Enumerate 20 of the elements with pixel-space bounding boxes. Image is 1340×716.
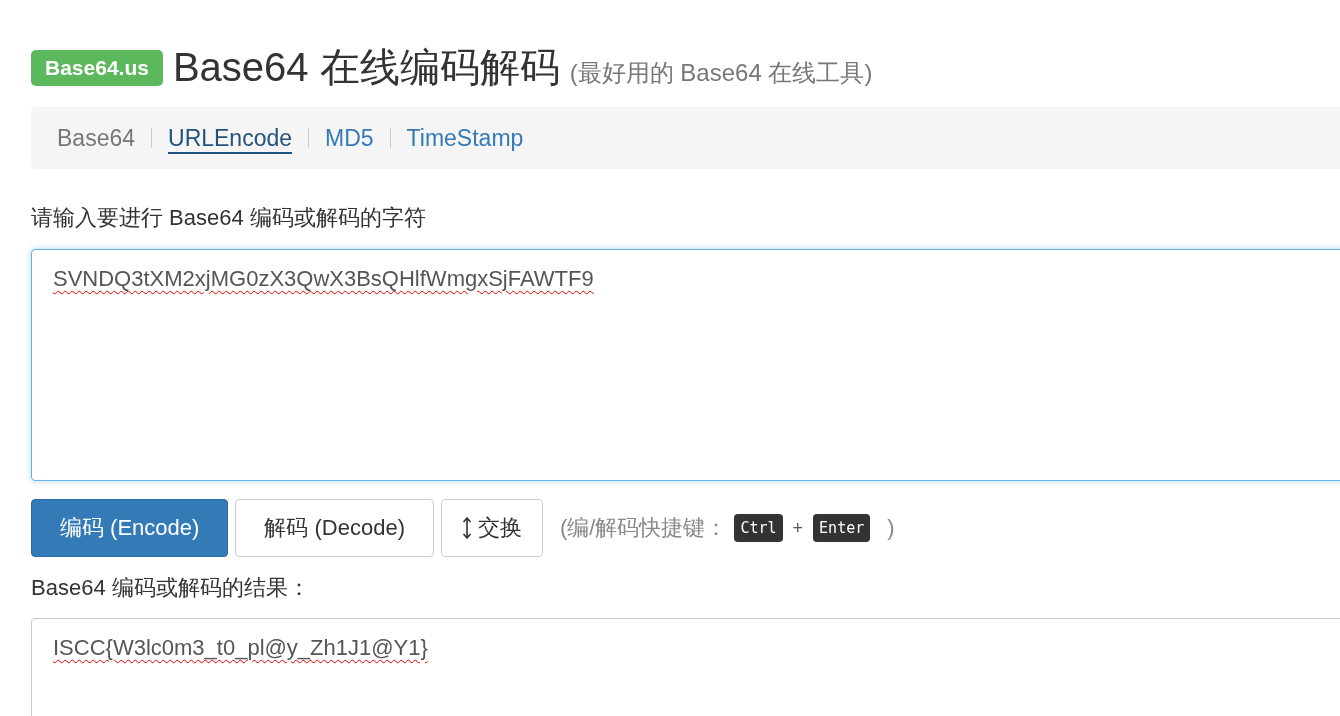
page-title: Base64 在线编码解码 [172,44,560,91]
shortcut-hint: (编/解码快捷键： [560,514,728,542]
up-down-arrow-icon [462,517,472,539]
swap-button[interactable]: 交换 [441,499,543,557]
nav-link[interactable]: MD5 [325,124,374,152]
nav-link[interactable]: Base64 [57,124,135,152]
output-textarea[interactable]: ISCC{W3lc0m3_t0_pl@y_Zh1J1@Y1} [31,618,1340,716]
page-subtitle: (最好用的 Base64 在线工具) [569,58,873,88]
input-label: 请输入要进行 Base64 编码或解码的字符 [31,204,427,232]
closing-paren: ) [887,515,895,541]
decode-button[interactable]: 解码 (Decode) [235,499,434,557]
output-label: Base64 编码或解码的结果： [31,574,311,602]
input-textarea[interactable]: SVNDQ3tXM2xjMG0zX3QwX3BsQHlfWmgxSjFAWTF9 [31,249,1340,481]
keyboard-key: Enter [813,514,871,542]
nav-link[interactable]: URLEncode [168,124,293,152]
encode-button[interactable]: 编码 (Encode) [31,499,229,557]
nav-link[interactable]: TimeStamp [406,124,524,152]
keyboard-key: Ctrl [734,514,783,542]
site-badge: Base64.us [31,50,163,86]
plus-sign: + [792,517,804,539]
